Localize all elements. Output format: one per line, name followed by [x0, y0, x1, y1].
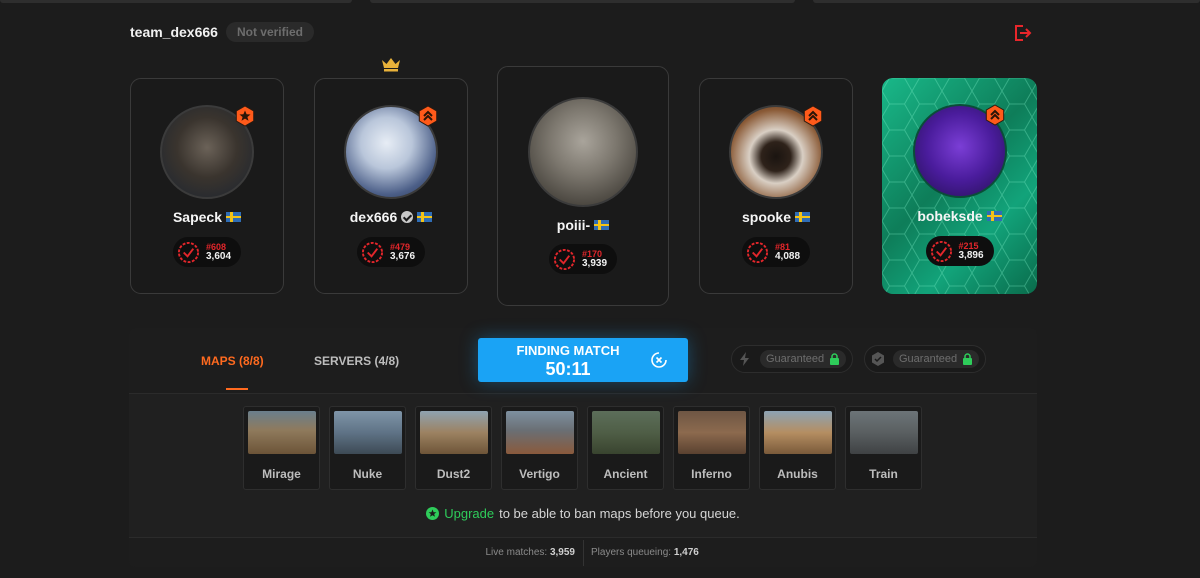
players-queueing-value: 1,476 — [673, 547, 699, 558]
player-card[interactable]: poiii- #170 3,939 — [497, 66, 669, 306]
map-tile-dust2[interactable]: Dust2 — [415, 406, 492, 490]
lock-icon — [963, 353, 973, 365]
map-thumbnail — [334, 411, 402, 454]
player-name: spooke — [741, 209, 791, 225]
map-thumbnail — [248, 411, 316, 454]
players-queueing-stat: Players queueing: 1,476 — [591, 547, 699, 558]
lock-icon — [830, 353, 840, 365]
elo-points: 3,676 — [389, 251, 416, 262]
anti-cheat-icon — [872, 352, 884, 366]
map-name: Train — [869, 467, 898, 481]
avatar — [528, 97, 638, 207]
map-tile-inferno[interactable]: Inferno — [673, 406, 750, 490]
map-thumbnail — [678, 411, 746, 454]
team-header: team_dex666 Not verified — [130, 22, 314, 42]
tab-maps[interactable]: MAPS (8/8) — [201, 354, 264, 368]
queue-stats-bar: Live matches: 3,959 Players queueing: 1,… — [129, 537, 1037, 567]
map-thumbnail — [592, 411, 660, 454]
queue-panel: MAPS (8/8) SERVERS (4/8) FINDING MATCH 5… — [129, 328, 1037, 567]
map-name: Dust2 — [436, 467, 471, 481]
elo-level-icon — [177, 241, 200, 263]
map-name: Inferno — [691, 467, 732, 481]
crown-icon — [382, 58, 400, 72]
player-name: dex666 — [349, 209, 398, 225]
map-tile-mirage[interactable]: Mirage — [243, 406, 320, 490]
live-matches-value: 3,959 — [549, 547, 575, 558]
elo-badge: #170 3,939 — [548, 244, 618, 274]
map-pool: Mirage Nuke Dust2 Vertigo Ancient Infern… — [243, 406, 922, 490]
active-tab-indicator — [226, 388, 248, 390]
queue-timer: 50:11 — [545, 359, 591, 379]
map-tile-anubis[interactable]: Anubis — [759, 406, 836, 490]
player-name: Sapeck — [172, 209, 223, 225]
elo-badge: #215 3,896 — [925, 236, 994, 266]
map-name: Vertigo — [519, 467, 560, 481]
sweden-flag-icon — [417, 212, 433, 222]
lightning-icon — [740, 352, 749, 366]
elo-points: 3,939 — [581, 258, 608, 269]
verified-icon — [401, 211, 414, 223]
upgrade-notice: Upgrade to be able to ban maps before yo… — [129, 506, 1037, 521]
player-name: bobeksde — [917, 208, 983, 224]
elo-points: 4,088 — [774, 251, 801, 262]
elo-badge: #608 3,604 — [172, 237, 242, 267]
sweden-flag-icon — [226, 212, 242, 222]
elo-level-icon — [553, 248, 576, 270]
player-card[interactable]: spooke #81 4,088 — [699, 78, 853, 294]
guarantee-label: Guaranteed — [766, 353, 825, 365]
queue-status: FINDING MATCH — [516, 343, 620, 358]
elo-badge: #479 3,676 — [356, 237, 426, 267]
elo-level-icon — [930, 240, 952, 262]
map-tile-nuke[interactable]: Nuke — [329, 406, 406, 490]
player-card[interactable]: Sapeck #608 3,604 — [130, 78, 284, 294]
players-queueing-label: Players queueing: — [591, 547, 672, 558]
live-matches-label: Live matches: — [485, 547, 548, 558]
guarantee-anticheat-badge[interactable]: Guaranteed — [864, 345, 987, 373]
map-tile-ancient[interactable]: Ancient — [587, 406, 664, 490]
rank-chevron-icon — [985, 104, 1005, 126]
map-thumbnail — [850, 411, 918, 454]
map-name: Ancient — [603, 467, 648, 481]
live-matches-stat: Live matches: 3,959 — [485, 547, 575, 558]
queue-panel-header: MAPS (8/8) SERVERS (4/8) FINDING MATCH 5… — [129, 328, 1037, 394]
finding-match-button[interactable]: FINDING MATCH 50:11 — [478, 338, 688, 382]
rank-chevron-icon — [803, 105, 823, 127]
upgrade-text: to be able to ban maps before you queue. — [499, 506, 740, 521]
player-name: poiii- — [556, 217, 591, 233]
map-name: Nuke — [352, 467, 383, 481]
elo-level-icon — [746, 241, 769, 263]
rank-chevron-icon — [418, 105, 438, 127]
sweden-flag-icon — [594, 220, 610, 230]
team-name: team_dex666 — [130, 24, 218, 40]
sweden-flag-icon — [795, 212, 810, 222]
tab-servers[interactable]: SERVERS (4/8) — [314, 354, 399, 368]
elo-points: 3,604 — [205, 251, 232, 262]
map-thumbnail — [420, 411, 488, 454]
player-card-premium[interactable]: bobeksde #215 3,896 — [882, 78, 1037, 294]
sweden-flag-icon — [986, 211, 1002, 221]
leave-team-icon[interactable] — [1012, 23, 1032, 43]
stats-divider — [583, 540, 584, 566]
guarantee-server-badge[interactable]: Guaranteed — [731, 345, 854, 373]
guarantee-label: Guaranteed — [899, 353, 958, 365]
elo-badge: #81 4,088 — [741, 237, 811, 267]
upgrade-link[interactable]: Upgrade — [444, 506, 494, 521]
elo-points: 3,896 — [958, 250, 984, 261]
cancel-queue-icon[interactable] — [650, 351, 668, 369]
map-name: Mirage — [262, 467, 301, 481]
player-card[interactable]: dex666 #479 3,676 — [314, 78, 468, 294]
rank-star-icon — [235, 105, 255, 127]
elo-level-icon — [361, 241, 384, 263]
map-thumbnail — [506, 411, 574, 454]
top-nav-strip — [0, 0, 1200, 4]
map-tile-train[interactable]: Train — [845, 406, 922, 490]
verification-badge: Not verified — [225, 22, 314, 42]
upgrade-badge-icon — [426, 507, 440, 520]
map-tile-vertigo[interactable]: Vertigo — [501, 406, 578, 490]
map-thumbnail — [764, 411, 832, 454]
map-name: Anubis — [777, 467, 818, 481]
